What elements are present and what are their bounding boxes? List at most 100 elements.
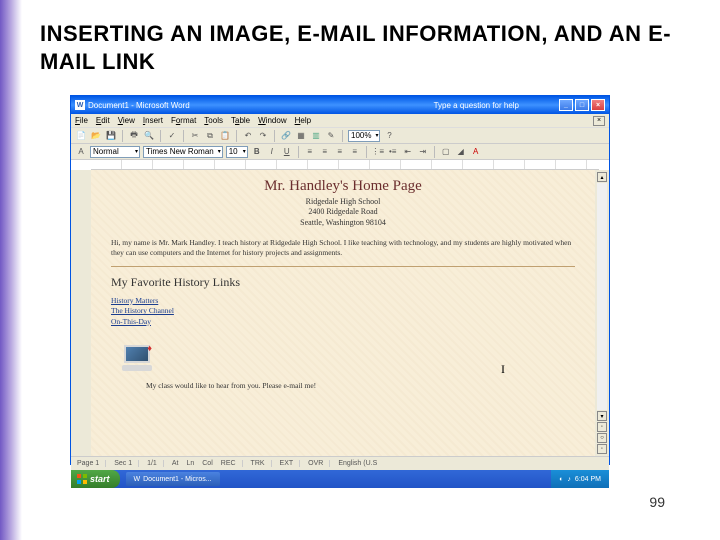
open-icon[interactable]: 📂 xyxy=(90,130,102,142)
menu-table[interactable]: Table xyxy=(231,116,250,125)
status-trk: TRK xyxy=(251,460,272,467)
section-heading: My Favorite History Links xyxy=(111,275,575,290)
formatting-toolbar: A Normal Times New Roman 10 B I U ≡ ≡ ≡ … xyxy=(71,144,609,160)
status-page: Page 1 xyxy=(77,460,106,467)
status-rec: REC xyxy=(221,460,243,467)
italic-button[interactable]: I xyxy=(266,146,278,158)
history-link[interactable]: History Matters xyxy=(111,296,575,307)
menu-insert[interactable]: Insert xyxy=(143,116,163,125)
menu-window[interactable]: Window xyxy=(258,116,286,125)
taskbar-item-word[interactable]: W Document1 - Micros... xyxy=(126,472,220,486)
menu-format[interactable]: Format xyxy=(171,116,196,125)
menu-file[interactable]: FFileile xyxy=(75,116,88,125)
outdent-icon[interactable]: ⇤ xyxy=(402,146,414,158)
scroll-down-button[interactable]: ▾ xyxy=(597,411,607,421)
text-cursor: I xyxy=(501,362,505,377)
help-prompt[interactable]: Type a question for help xyxy=(434,101,519,110)
status-lang: English (U.S xyxy=(338,460,377,467)
scroll-track[interactable] xyxy=(597,183,607,410)
status-col: Col xyxy=(202,460,213,467)
standard-toolbar: 📄 📂 💾 🖶 🔍 ✓ ✂ ⧉ 📋 ↶ ↷ 🔗 ▦ ▥ ✎ 100% ? xyxy=(71,128,609,144)
clock[interactable]: 6:04 PM xyxy=(575,476,601,483)
minimize-button[interactable]: _ xyxy=(559,99,573,111)
slide-page-number: 99 xyxy=(649,494,665,510)
page-title: Mr. Handley's Home Page xyxy=(111,178,575,195)
copy-icon[interactable]: ⧉ xyxy=(204,130,216,142)
paste-icon[interactable]: 📋 xyxy=(219,130,231,142)
save-icon[interactable]: 💾 xyxy=(105,130,117,142)
windows-taskbar: start W Document1 - Micros... ◐ ♪ 6:04 P… xyxy=(71,470,609,488)
status-ovr: OVR xyxy=(308,460,330,467)
word-app-icon: W xyxy=(75,100,85,110)
document-page[interactable]: Mr. Handley's Home Page Ridgedale High S… xyxy=(91,170,595,456)
mailto-text: My class would like to hear from you. Pl… xyxy=(146,381,575,390)
align-left-icon[interactable]: ≡ xyxy=(304,146,316,158)
style-selector[interactable]: Normal xyxy=(90,146,140,158)
bullets-icon[interactable]: •≡ xyxy=(387,146,399,158)
statusbar: Page 1 Sec 1 1/1 At Ln Col REC TRK EXT O… xyxy=(71,456,609,470)
vertical-scrollbar[interactable]: ▴ ▾ ◦ ○ ◦ xyxy=(595,170,609,456)
status-ext: EXT xyxy=(280,460,301,467)
align-right-icon[interactable]: ≡ xyxy=(334,146,346,158)
prev-page-button[interactable]: ◦ xyxy=(597,422,607,432)
maximize-button[interactable]: □ xyxy=(575,99,589,111)
status-at: At xyxy=(172,460,179,467)
menubar: FFileile Edit View Insert Format Tools T… xyxy=(71,114,609,128)
word-icon: W xyxy=(134,476,141,483)
justify-icon[interactable]: ≡ xyxy=(349,146,361,158)
word-window: W Document1 - Microsoft Word Type a ques… xyxy=(70,95,610,465)
page-city: Seattle, Washington 98104 xyxy=(111,218,575,228)
titlebar: W Document1 - Microsoft Word Type a ques… xyxy=(71,96,609,114)
system-tray[interactable]: ◐ ♪ 6:04 PM xyxy=(551,470,609,488)
border-icon[interactable]: ▢ xyxy=(440,146,452,158)
columns-icon[interactable]: ▥ xyxy=(310,130,322,142)
status-ln: Ln xyxy=(186,460,194,467)
new-doc-icon[interactable]: 📄 xyxy=(75,130,87,142)
tray-icon[interactable]: ♪ xyxy=(567,476,571,483)
preview-icon[interactable]: 🔍 xyxy=(143,130,155,142)
close-button[interactable]: × xyxy=(591,99,605,111)
start-button[interactable]: start xyxy=(71,470,120,488)
indent-icon[interactable]: ⇥ xyxy=(417,146,429,158)
windows-logo-icon xyxy=(77,474,87,484)
menu-tools[interactable]: Tools xyxy=(204,116,223,125)
divider xyxy=(111,266,575,267)
numbering-icon[interactable]: ⋮≡ xyxy=(372,146,384,158)
font-selector[interactable]: Times New Roman xyxy=(143,146,223,158)
history-link[interactable]: On-This-Day xyxy=(111,317,575,328)
menu-view[interactable]: View xyxy=(118,116,135,125)
underline-button[interactable]: U xyxy=(281,146,293,158)
menu-edit[interactable]: Edit xyxy=(96,116,110,125)
slide-accent-bar xyxy=(0,0,22,540)
size-selector[interactable]: 10 xyxy=(226,146,248,158)
menu-help[interactable]: Help xyxy=(295,116,311,125)
status-pages: 1/1 xyxy=(147,460,164,467)
highlight-icon[interactable]: ◢ xyxy=(455,146,467,158)
browse-button[interactable]: ○ xyxy=(597,433,607,443)
scroll-up-button[interactable]: ▴ xyxy=(597,172,607,182)
page-school: Ridgedale High School xyxy=(111,197,575,207)
zoom-selector[interactable]: 100% xyxy=(348,130,380,142)
cut-icon[interactable]: ✂ xyxy=(189,130,201,142)
tray-icon[interactable]: ◐ xyxy=(559,476,563,483)
print-icon[interactable]: 🖶 xyxy=(128,130,140,142)
document-area: Mr. Handley's Home Page Ridgedale High S… xyxy=(71,170,609,456)
left-gutter xyxy=(71,170,91,456)
drawing-icon[interactable]: ✎ xyxy=(325,130,337,142)
horizontal-ruler[interactable] xyxy=(91,160,599,170)
doc-close-button[interactable]: × xyxy=(593,116,605,126)
redo-icon[interactable]: ↷ xyxy=(257,130,269,142)
align-center-icon[interactable]: ≡ xyxy=(319,146,331,158)
status-sec: Sec 1 xyxy=(114,460,139,467)
font-color-icon[interactable]: A xyxy=(470,146,482,158)
spell-icon[interactable]: ✓ xyxy=(166,130,178,142)
help-icon[interactable]: ? xyxy=(383,130,395,142)
next-page-button[interactable]: ◦ xyxy=(597,444,607,454)
computer-image[interactable] xyxy=(117,345,157,377)
undo-icon[interactable]: ↶ xyxy=(242,130,254,142)
history-link[interactable]: The History Channel xyxy=(111,306,575,317)
bold-button[interactable]: B xyxy=(251,146,263,158)
styles-icon[interactable]: A xyxy=(75,146,87,158)
tables-icon[interactable]: ▦ xyxy=(295,130,307,142)
link-icon[interactable]: 🔗 xyxy=(280,130,292,142)
